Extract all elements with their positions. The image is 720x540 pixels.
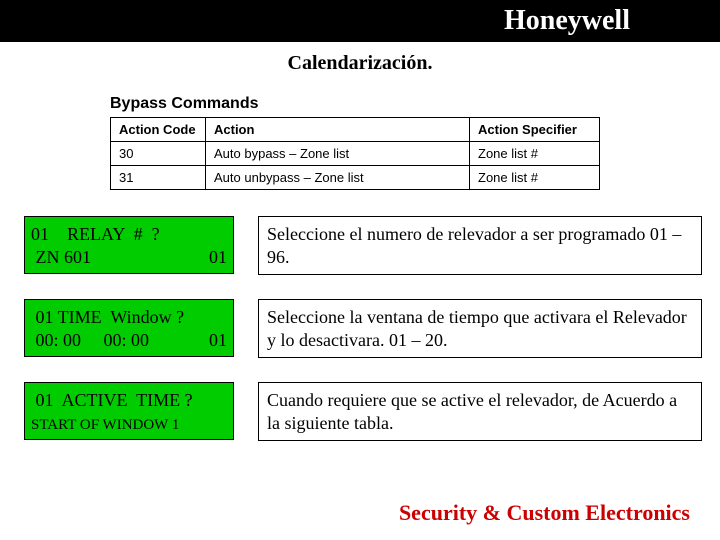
- footer-text: Security & Custom Electronics: [399, 500, 690, 526]
- table-header-row: Action Code Action Action Specifier: [111, 118, 600, 142]
- panel-row: 01 RELAY # ? ZN 601 01 Seleccione el num…: [0, 216, 720, 275]
- page-subtitle: Calendarización.: [0, 52, 720, 75]
- bypass-table-title: Bypass Commands: [110, 95, 600, 113]
- lcd-line2-right: 01: [209, 246, 227, 269]
- panel-row: 01 TIME Window ? 00: 00 00: 00 01 Selecc…: [0, 299, 720, 358]
- lcd-line1: 01 RELAY # ?: [31, 223, 227, 246]
- bypass-commands-table: Action Code Action Action Specifier 30 A…: [110, 117, 600, 190]
- lcd-line1: 01 TIME Window ?: [31, 306, 227, 329]
- lcd-line2: 00: 00 00: 00 01: [31, 329, 227, 352]
- bypass-table-section: Bypass Commands Action Code Action Actio…: [110, 95, 600, 190]
- lcd-line2-right: 01: [209, 329, 227, 352]
- cell-action-specifier: Zone list #: [470, 142, 600, 166]
- cell-action-code: 31: [111, 166, 206, 190]
- header-bar: Honeywell: [0, 0, 720, 42]
- brand-title: Honeywell: [504, 5, 630, 37]
- panel-row: 01 ACTIVE TIME ? START OF WINDOW 1 Cuand…: [0, 382, 720, 441]
- table-row: 31 Auto unbypass – Zone list Zone list #: [111, 166, 600, 190]
- lcd-line2-left: ZN 601: [31, 246, 91, 269]
- cell-action: Auto unbypass – Zone list: [206, 166, 470, 190]
- lcd-line2: ZN 601 01: [31, 246, 227, 269]
- lcd-display: 01 RELAY # ? ZN 601 01: [24, 216, 234, 274]
- lcd-line2: START OF WINDOW 1: [31, 416, 227, 436]
- lcd-display: 01 ACTIVE TIME ? START OF WINDOW 1: [24, 382, 234, 440]
- panel-description: Seleccione la ventana de tiempo que acti…: [258, 299, 702, 358]
- panel-description: Cuando requiere que se active el relevad…: [258, 382, 702, 441]
- table-row: 30 Auto bypass – Zone list Zone list #: [111, 142, 600, 166]
- lcd-line2-left: START OF WINDOW 1: [31, 416, 179, 436]
- panel-description: Seleccione el numero de relevador a ser …: [258, 216, 702, 275]
- cell-action-specifier: Zone list #: [470, 166, 600, 190]
- cell-action-code: 30: [111, 142, 206, 166]
- cell-action: Auto bypass – Zone list: [206, 142, 470, 166]
- th-action-specifier: Action Specifier: [470, 118, 600, 142]
- panel-rows: 01 RELAY # ? ZN 601 01 Seleccione el num…: [0, 216, 720, 441]
- lcd-line1: 01 ACTIVE TIME ?: [31, 389, 227, 412]
- lcd-line2-left: 00: 00 00: 00: [31, 329, 149, 352]
- lcd-display: 01 TIME Window ? 00: 00 00: 00 01: [24, 299, 234, 357]
- th-action: Action: [206, 118, 470, 142]
- th-action-code: Action Code: [111, 118, 206, 142]
